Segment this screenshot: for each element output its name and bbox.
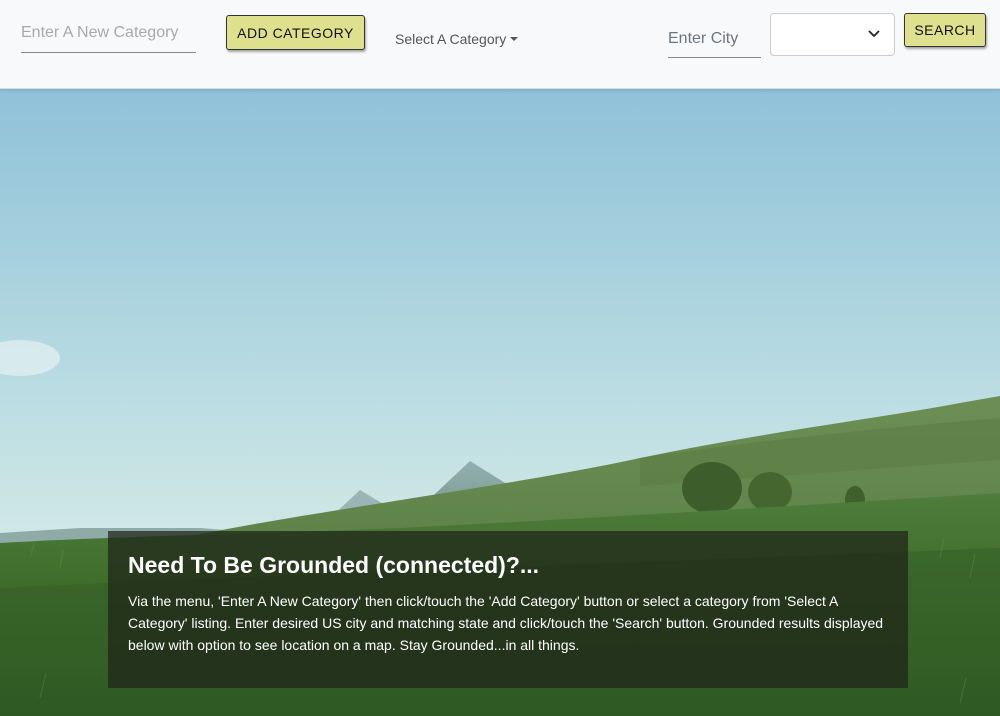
hero-description: Via the menu, 'Enter A New Category' the… <box>128 593 884 653</box>
state-select[interactable] <box>770 13 895 56</box>
city-input[interactable] <box>668 20 761 58</box>
search-button[interactable]: SEARCH <box>904 13 986 47</box>
add-category-button[interactable]: ADD CATEGORY <box>226 15 365 50</box>
hero-banner: Need To Be Grounded (connected)?... Via … <box>0 88 1000 716</box>
navbar: ADD CATEGORY Select A Category SEARCH <box>0 0 1000 89</box>
caret-down-icon <box>510 37 519 41</box>
chevron-down-icon <box>868 30 880 37</box>
select-category-dropdown[interactable]: Select A Category <box>395 31 519 47</box>
hero-heading: Need To Be Grounded (connected)?... <box>128 552 540 578</box>
select-category-label: Select A Category <box>395 31 507 47</box>
hero-caption: Need To Be Grounded (connected)?... Via … <box>108 531 908 688</box>
new-category-input[interactable] <box>21 14 196 53</box>
